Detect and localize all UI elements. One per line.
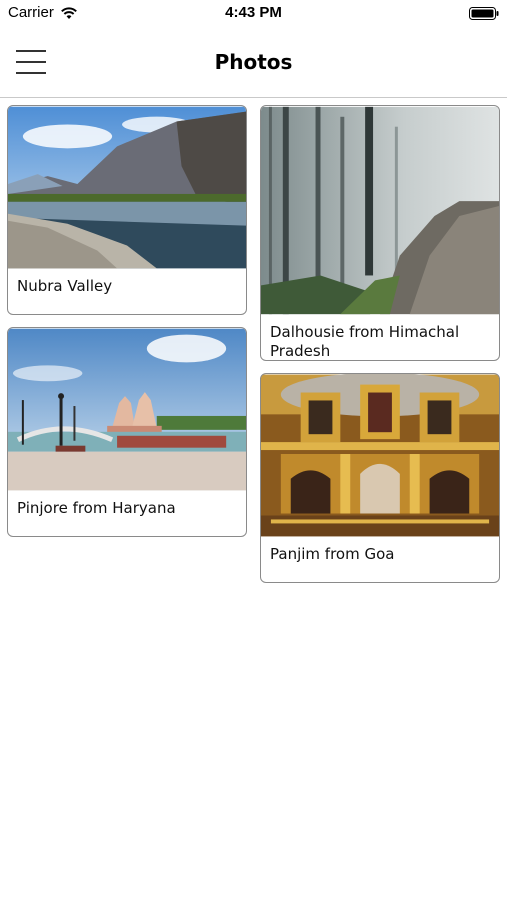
status-bar: Carrier 4:43 PM [0, 0, 507, 28]
garden-bridge-temple-photo [8, 328, 246, 491]
misty-forest-path-photo [261, 106, 499, 315]
battery-icon [469, 7, 499, 20]
photo-card-pinjore[interactable]: Pinjore from Haryana [7, 327, 247, 537]
photo-card-nubra-valley[interactable]: Nubra Valley [7, 105, 247, 315]
golden-church-altar-photo [261, 374, 499, 537]
mountain-lake-photo [8, 106, 246, 269]
navigation-bar: Photos [0, 28, 507, 98]
photo-caption: Nubra Valley [17, 277, 113, 295]
photo-caption: Pinjore from Haryana [17, 499, 176, 517]
photo-caption: Panjim from Goa [270, 545, 395, 563]
photo-card-panjim[interactable]: Panjim from Goa [260, 373, 500, 583]
photo-caption: Dalhousie from Himachal Pradesh [270, 323, 460, 360]
status-time: 4:43 PM [225, 4, 282, 21]
page-title: Photos [214, 50, 293, 74]
photo-card-dalhousie[interactable]: Dalhousie from Himachal Pradesh [260, 105, 500, 361]
